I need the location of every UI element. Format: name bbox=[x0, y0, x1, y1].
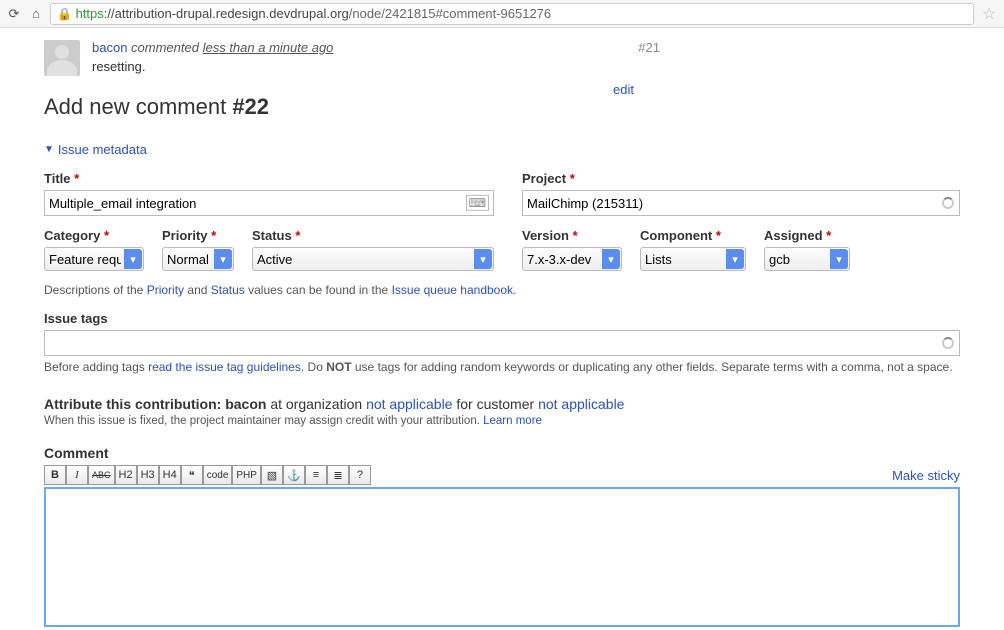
issue-tags-input[interactable] bbox=[44, 330, 960, 356]
priority-help-link[interactable]: Priority bbox=[147, 283, 184, 297]
avatar bbox=[44, 40, 80, 76]
version-label: Version * bbox=[522, 228, 622, 243]
comment-author-link[interactable]: bacon bbox=[92, 40, 127, 55]
priority-status-help: Descriptions of the Priority and Status … bbox=[44, 283, 960, 297]
comment-verb: commented bbox=[131, 40, 199, 55]
comment-body-text: resetting. bbox=[92, 59, 960, 74]
strike-button[interactable]: ABC bbox=[88, 465, 115, 485]
status-label: Status * bbox=[252, 228, 494, 243]
link-button[interactable]: ⚓ bbox=[283, 465, 305, 485]
title-label: Title * bbox=[44, 171, 494, 186]
title-input[interactable] bbox=[44, 190, 494, 216]
url-scheme: https bbox=[76, 6, 104, 21]
quote-button[interactable]: ❝ bbox=[181, 465, 203, 485]
project-input[interactable] bbox=[522, 190, 960, 216]
address-bar[interactable]: 🔒 https://attribution-drupal.redesign.de… bbox=[50, 3, 974, 25]
status-select[interactable]: Active bbox=[252, 247, 494, 271]
priority-select[interactable]: Normal bbox=[162, 247, 234, 271]
issue-tags-label: Issue tags bbox=[44, 311, 960, 326]
comment-textarea[interactable] bbox=[44, 487, 960, 627]
comment-21: bacon commented less than a minute ago r… bbox=[44, 40, 960, 76]
issue-tags-help: Before adding tags read the issue tag gu… bbox=[44, 360, 960, 374]
home-icon[interactable]: ⌂ bbox=[28, 6, 44, 22]
h2-button[interactable]: H2 bbox=[115, 465, 137, 485]
attribution-help: When this issue is fixed, the project ma… bbox=[44, 415, 960, 427]
ol-button[interactable]: ≣ bbox=[327, 465, 349, 485]
php-button[interactable]: PHP bbox=[232, 465, 261, 485]
bold-button[interactable]: B bbox=[44, 465, 66, 485]
assigned-select[interactable]: gcb bbox=[764, 247, 850, 271]
issue-metadata-label: Issue metadata bbox=[58, 142, 147, 157]
heading-number: #22 bbox=[232, 94, 269, 119]
issue-metadata-toggle[interactable]: ▼ Issue metadata bbox=[44, 142, 960, 157]
comment-label: Comment bbox=[44, 445, 960, 461]
attribution-org-link[interactable]: not applicable bbox=[366, 396, 452, 412]
reload-icon[interactable]: ⟳ bbox=[6, 6, 22, 22]
comment-number: #21 bbox=[638, 40, 660, 55]
version-select[interactable]: 7.x-3.x-dev bbox=[522, 247, 622, 271]
component-label: Component * bbox=[640, 228, 746, 243]
h4-button[interactable]: H4 bbox=[159, 465, 181, 485]
component-select[interactable]: Lists bbox=[640, 247, 746, 271]
lock-icon: 🔒 bbox=[57, 7, 72, 21]
code-button[interactable]: code bbox=[203, 465, 233, 485]
status-help-link[interactable]: Status bbox=[211, 283, 245, 297]
browser-toolbar: ⟳ ⌂ 🔒 https://attribution-drupal.redesig… bbox=[0, 0, 1004, 28]
attribution-line: Attribute this contribution: bacon at or… bbox=[44, 396, 960, 412]
url-host: ://attribution-drupal.redesign.devdrupal… bbox=[104, 6, 349, 21]
make-sticky-link[interactable]: Make sticky bbox=[892, 468, 960, 483]
category-label: Category * bbox=[44, 228, 144, 243]
loading-spinner-icon bbox=[942, 197, 954, 209]
handbook-link[interactable]: Issue queue handbook bbox=[392, 283, 513, 297]
italic-button[interactable]: I bbox=[66, 465, 88, 485]
tag-guidelines-link[interactable]: read the issue tag guidelines bbox=[148, 360, 301, 374]
priority-label: Priority * bbox=[162, 228, 234, 243]
h3-button[interactable]: H3 bbox=[137, 465, 159, 485]
add-comment-heading: Add new comment #22 bbox=[44, 94, 960, 120]
bookmark-star-icon[interactable]: ☆ bbox=[980, 4, 998, 24]
assigned-label: Assigned * bbox=[764, 228, 850, 243]
heading-prefix: Add new comment bbox=[44, 94, 232, 119]
comment-edit-link[interactable]: edit bbox=[613, 82, 634, 97]
learn-more-link[interactable]: Learn more bbox=[483, 415, 542, 427]
help-button[interactable]: ? bbox=[349, 465, 371, 485]
comment-time: less than a minute ago bbox=[203, 40, 334, 55]
editor-toolbar: B I ABC H2 H3 H4 ❝ code PHP ▧ ⚓ ≡ ≣ ? bbox=[44, 465, 371, 485]
attribution-customer-link[interactable]: not applicable bbox=[538, 396, 624, 412]
keyboard-icon: ⌨ bbox=[466, 195, 489, 211]
project-label: Project * bbox=[522, 171, 960, 186]
loading-spinner-icon bbox=[942, 337, 954, 349]
url-path: /node/2421815#comment-9651276 bbox=[349, 6, 551, 21]
ul-button[interactable]: ≡ bbox=[305, 465, 327, 485]
category-select[interactable]: Feature requ bbox=[44, 247, 144, 271]
image-button[interactable]: ▧ bbox=[261, 465, 283, 485]
chevron-down-icon: ▼ bbox=[44, 144, 54, 155]
